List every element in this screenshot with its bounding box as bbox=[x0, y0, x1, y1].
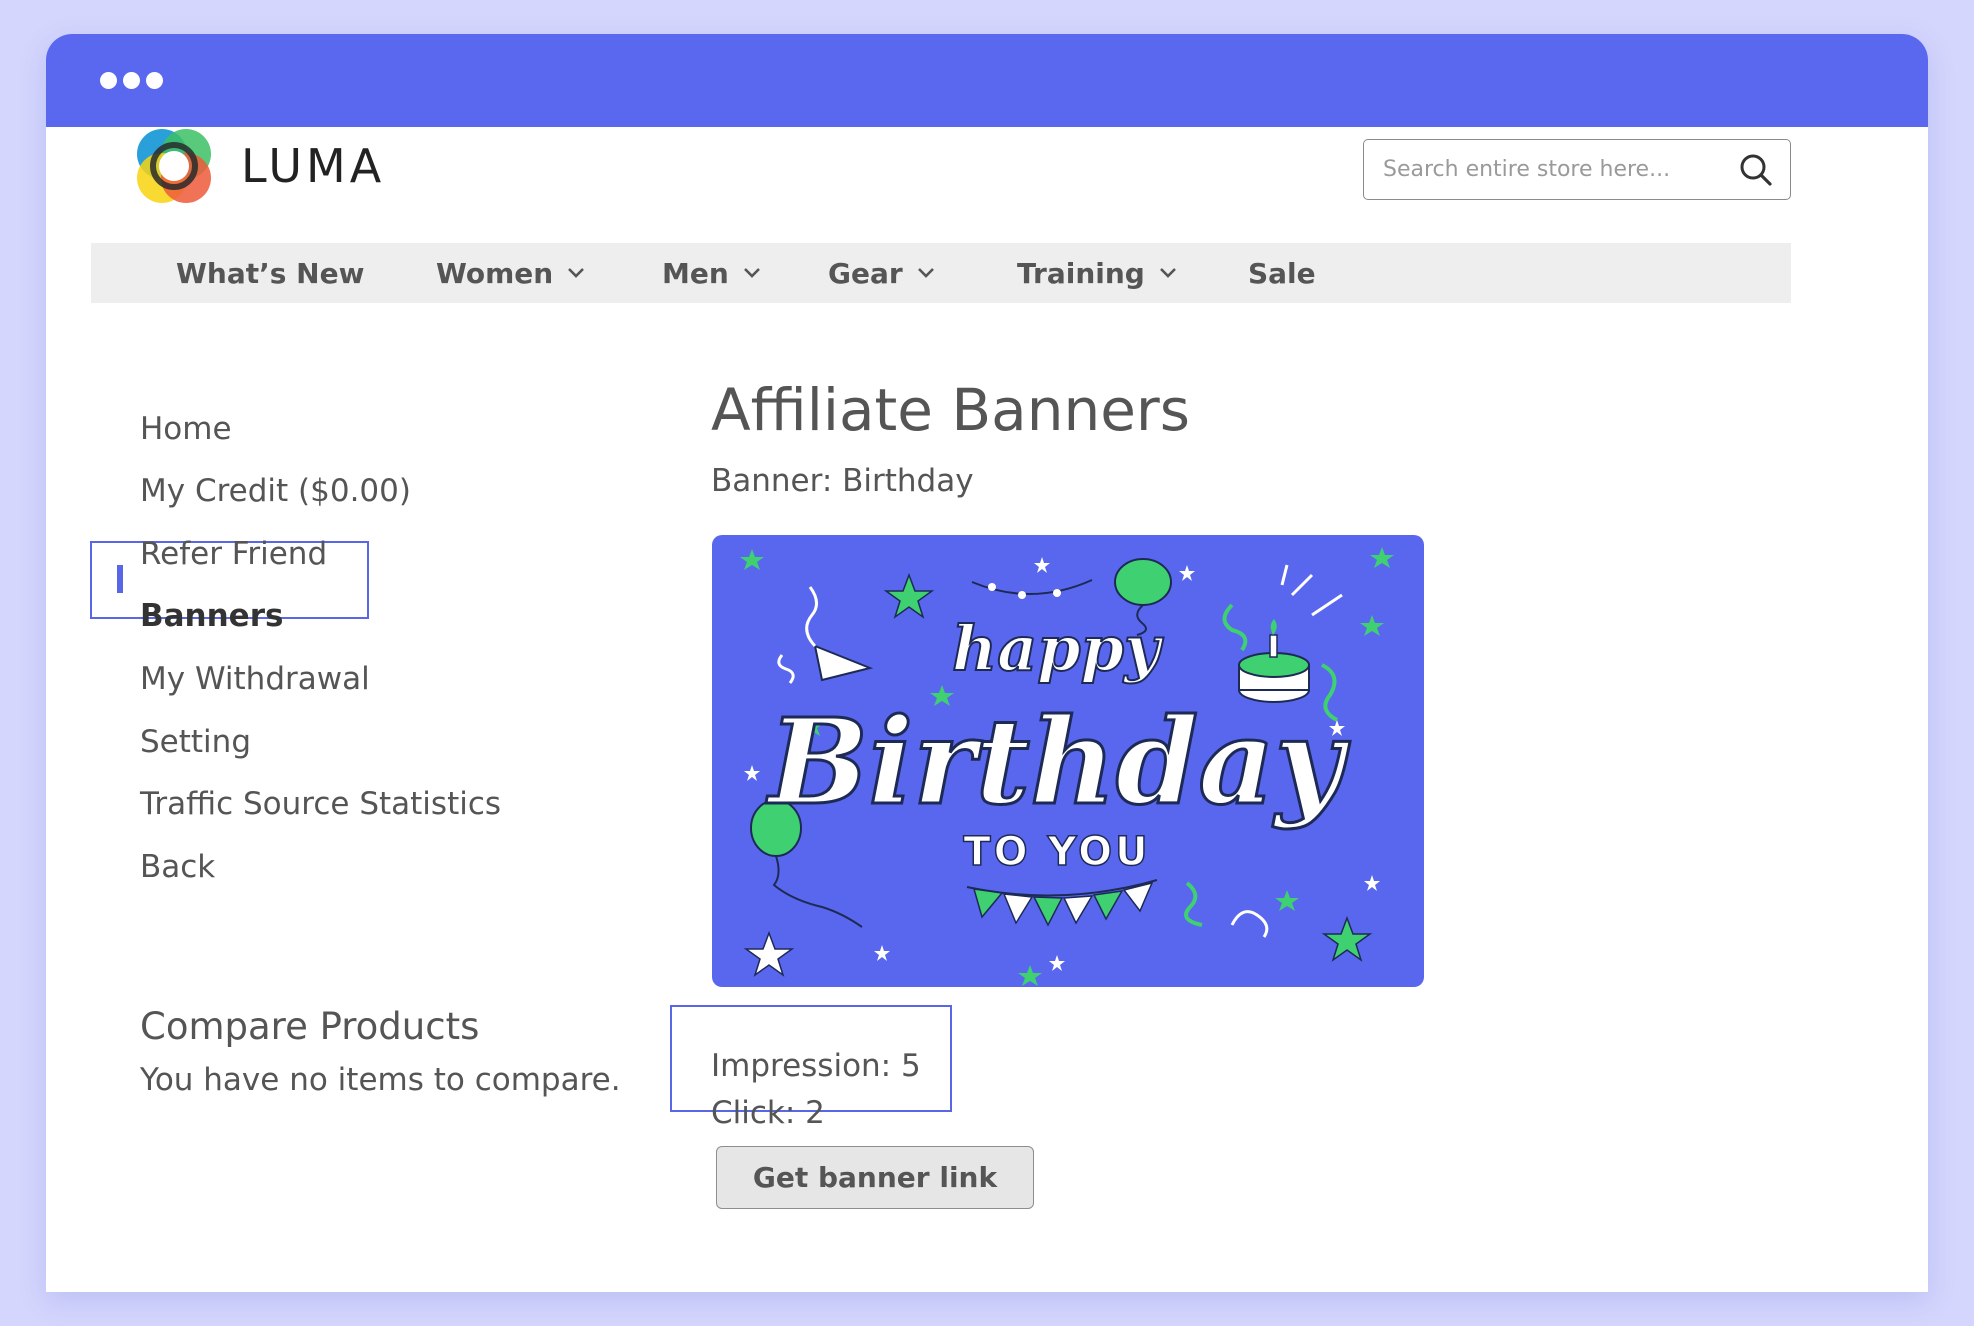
store-logo[interactable]: LUMA bbox=[133, 125, 385, 207]
sidebar-item-banners[interactable]: Banners bbox=[140, 598, 283, 634]
sidebar-item-back[interactable]: Back bbox=[140, 849, 215, 885]
brand-name: LUMA bbox=[241, 139, 386, 193]
nav-item-men[interactable]: Men bbox=[662, 243, 761, 303]
nav-item-label: Men bbox=[662, 256, 729, 290]
get-banner-link-button[interactable]: Get banner link bbox=[716, 1146, 1034, 1209]
browser-titlebar bbox=[46, 34, 1928, 127]
birthday-illustration: happy Birthday TO YOU bbox=[740, 547, 1394, 986]
search-input[interactable] bbox=[1381, 156, 1736, 183]
window-dot[interactable] bbox=[146, 72, 163, 89]
banner-text-to-you: TO YOU bbox=[963, 829, 1150, 875]
sidebar-item-refer-friend[interactable]: Refer Friend bbox=[140, 536, 327, 572]
page-title: Affiliate Banners bbox=[711, 376, 1190, 444]
impression-count: Impression: 5 bbox=[711, 1048, 921, 1084]
nav-item-gear[interactable]: Gear bbox=[828, 243, 935, 303]
nav-item-label: Women bbox=[436, 256, 554, 290]
nav-item-sale[interactable]: Sale bbox=[1248, 243, 1316, 303]
window-dot[interactable] bbox=[123, 72, 140, 89]
chevron-down-icon bbox=[568, 268, 585, 278]
sidebar-item-setting[interactable]: Setting bbox=[140, 724, 251, 760]
sidebar-item-my-credit[interactable]: My Credit ($0.00) bbox=[140, 473, 411, 509]
chevron-down-icon bbox=[917, 268, 934, 278]
banner-name: Banner: Birthday bbox=[711, 463, 974, 499]
compare-products-title: Compare Products bbox=[140, 1005, 480, 1048]
nav-item-whats-new[interactable]: What’s New bbox=[176, 243, 364, 303]
nav-item-label: What’s New bbox=[176, 256, 365, 290]
banner-text-birthday: Birthday bbox=[766, 692, 1351, 831]
main-navigation: What’s New Women Men Gear Training Sale bbox=[91, 243, 1791, 303]
chevron-down-icon bbox=[743, 268, 760, 278]
search-box bbox=[1363, 139, 1791, 200]
nav-item-label: Sale bbox=[1248, 256, 1316, 290]
sidebar-item-home[interactable]: Home bbox=[140, 411, 232, 447]
click-count: Click: 2 bbox=[711, 1095, 825, 1131]
search-icon[interactable] bbox=[1736, 150, 1776, 190]
compare-empty-text: You have no items to compare. bbox=[140, 1062, 621, 1098]
banner-text-happy: happy bbox=[952, 612, 1164, 685]
nav-item-women[interactable]: Women bbox=[436, 243, 585, 303]
sidebar-item-my-withdrawal[interactable]: My Withdrawal bbox=[140, 661, 370, 697]
window-controls bbox=[100, 72, 163, 89]
active-indicator bbox=[117, 565, 123, 593]
birthday-banner-image: happy Birthday TO YOU bbox=[712, 535, 1424, 987]
chevron-down-icon bbox=[1159, 268, 1176, 278]
nav-item-training[interactable]: Training bbox=[1017, 243, 1177, 303]
luma-logo-icon bbox=[137, 129, 211, 203]
nav-item-label: Training bbox=[1017, 256, 1145, 290]
sidebar-item-traffic-source-statistics[interactable]: Traffic Source Statistics bbox=[140, 786, 501, 822]
window-dot[interactable] bbox=[100, 72, 117, 89]
nav-item-label: Gear bbox=[828, 256, 903, 290]
